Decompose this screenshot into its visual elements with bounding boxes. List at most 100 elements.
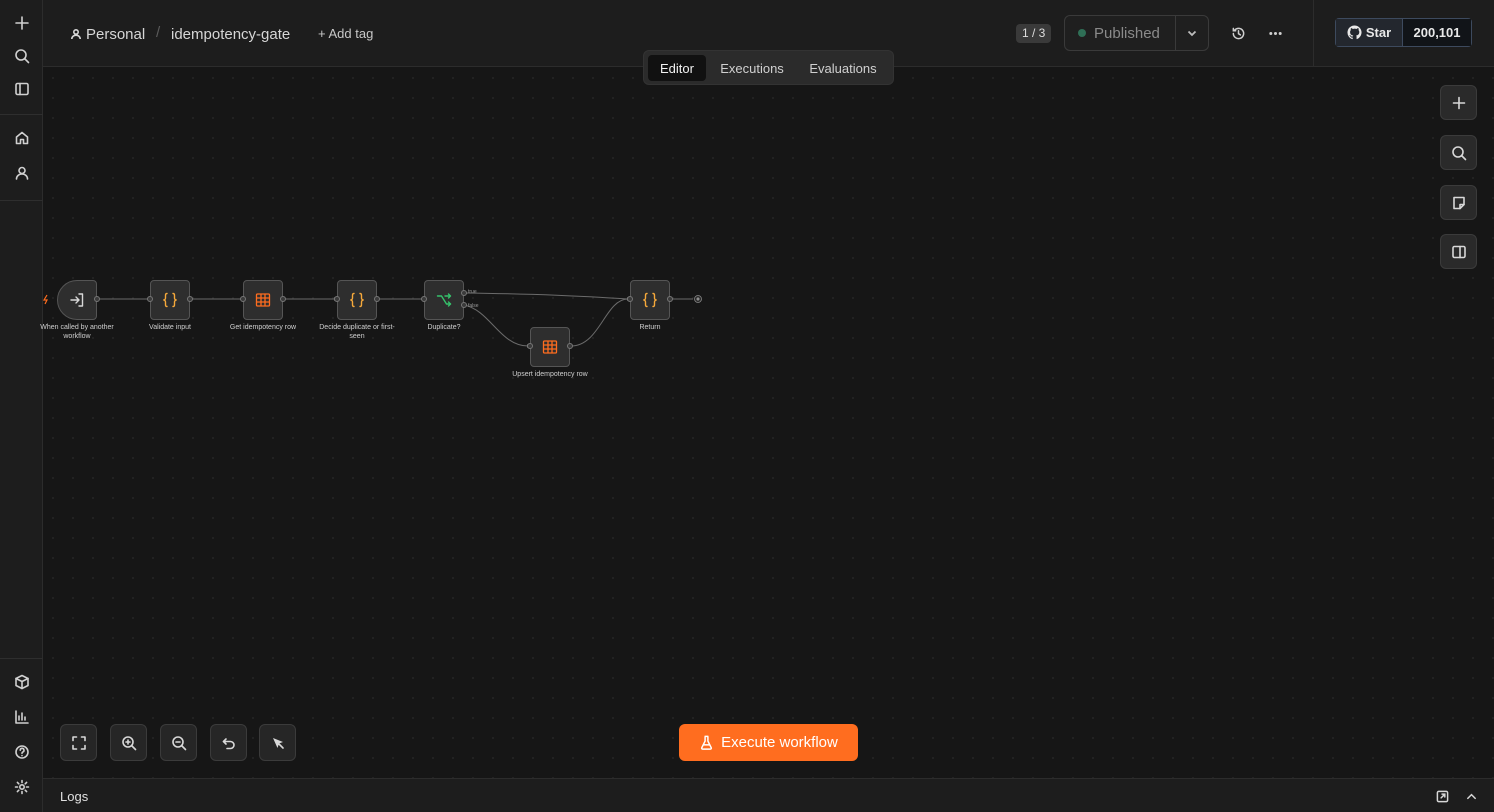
sidebar-item-personal[interactable] (8, 159, 35, 186)
publish-status-label: Published (1094, 24, 1160, 42)
branch-label-true: true (468, 289, 477, 295)
history-button[interactable] (1227, 22, 1249, 44)
node-label: Duplicate? (427, 324, 461, 331)
sidebar-item-help[interactable] (8, 738, 35, 765)
github-star-label: Star (1365, 25, 1392, 40)
input-port[interactable] (147, 296, 153, 302)
node-decide-duplicate[interactable] (337, 280, 377, 320)
expand-logs-button[interactable] (1463, 788, 1479, 804)
add-node-button[interactable] (1440, 85, 1477, 120)
zoom-to-fit-button[interactable] (60, 724, 97, 761)
search-icon (14, 48, 29, 63)
breadcrumb-project[interactable]: Personal (70, 24, 145, 44)
logs-title: Logs (60, 789, 89, 804)
toggle-sidebar-button[interactable] (8, 75, 35, 102)
undo-button[interactable] (210, 724, 247, 761)
node-label: Upsert idempotency row (512, 371, 588, 378)
sidebar-item-overview[interactable] (8, 124, 35, 151)
add-sticky-note-button[interactable] (1440, 185, 1477, 220)
fit-view-icon (71, 735, 86, 750)
if-branch-icon (436, 293, 452, 307)
sidebar-item-settings[interactable] (8, 773, 35, 800)
undo-icon (222, 737, 235, 749)
left-sidebar (0, 0, 43, 812)
output-port-false[interactable] (461, 302, 467, 308)
node-label: Decide duplicate or first-seen (319, 324, 395, 340)
publish-group: Published (1064, 15, 1209, 51)
search-button[interactable] (8, 42, 35, 69)
publish-options-button[interactable] (1176, 16, 1208, 50)
output-port[interactable] (280, 296, 286, 302)
node-label: Return (639, 324, 661, 331)
input-port[interactable] (527, 343, 533, 349)
logs-panel-bar[interactable]: Logs (43, 778, 1494, 812)
more-options-button[interactable] (1264, 22, 1286, 44)
sticky-note-icon (1452, 196, 1465, 209)
node-validate-input[interactable] (150, 280, 190, 320)
tab-editor[interactable]: Editor (648, 55, 706, 81)
node-duplicate-if[interactable] (424, 280, 464, 320)
chevron-up-icon (1466, 793, 1476, 799)
sidebar-divider (0, 114, 43, 115)
user-icon (71, 28, 81, 40)
project-name: Personal (86, 25, 146, 43)
table-icon (542, 340, 558, 354)
input-port[interactable] (240, 296, 246, 302)
tab-evaluations[interactable]: Evaluations (799, 55, 887, 81)
workflow-name[interactable]: idempotency-gate (171, 24, 290, 44)
search-icon (1451, 145, 1466, 160)
workflow-canvas[interactable] (43, 68, 1494, 778)
node-get-idempotency-row[interactable] (243, 280, 283, 320)
input-port[interactable] (627, 296, 633, 302)
node-label: When called by another workflow (40, 324, 114, 340)
search-nodes-button[interactable] (1440, 135, 1477, 170)
gear-icon (14, 779, 29, 794)
node-trigger[interactable] (57, 280, 97, 320)
sidebar-divider (0, 200, 43, 201)
output-port[interactable] (667, 296, 673, 302)
output-port[interactable] (187, 296, 193, 302)
node-label: Validate input (149, 324, 191, 331)
output-port[interactable] (567, 343, 573, 349)
sidebar-item-insights[interactable] (8, 703, 35, 730)
node-upsert-idempotency-row[interactable] (530, 327, 570, 367)
ellipsis-icon (1268, 31, 1282, 35)
help-circle-icon (14, 744, 29, 759)
github-star-widget[interactable]: Star 200,101 (1335, 18, 1472, 47)
code-braces-icon (163, 292, 177, 308)
execute-workflow-label: Execute workflow (721, 734, 838, 751)
execute-workflow-button[interactable]: Execute workflow (679, 724, 858, 761)
input-port[interactable] (421, 296, 427, 302)
github-star-count: 200,101 (1403, 19, 1471, 46)
package-icon (14, 674, 29, 689)
toggle-panel-button[interactable] (1440, 234, 1477, 269)
zoom-in-icon (121, 735, 136, 750)
code-braces-icon (643, 292, 657, 308)
tab-executions[interactable]: Executions (711, 55, 793, 81)
version-badge[interactable]: 1 / 3 (1016, 24, 1052, 43)
tidy-up-button[interactable] (259, 724, 296, 761)
plus-icon (1452, 96, 1465, 109)
github-star-button[interactable]: Star (1336, 19, 1403, 46)
output-port-true[interactable] (461, 290, 467, 296)
node-return[interactable] (630, 280, 670, 320)
zoom-in-button[interactable] (110, 724, 147, 761)
pop-out-logs-button[interactable] (1434, 788, 1450, 804)
app-root: Personal / idempotency-gate + Add tag 1 … (0, 0, 1494, 812)
sidebar-item-templates[interactable] (8, 668, 35, 695)
output-port[interactable] (374, 296, 380, 302)
pop-out-icon (1436, 790, 1448, 802)
bar-chart-icon (14, 709, 29, 724)
zoom-out-button[interactable] (160, 724, 197, 761)
code-braces-icon (350, 292, 364, 308)
home-icon (15, 131, 28, 144)
flask-icon (701, 735, 713, 750)
table-icon (255, 293, 271, 307)
add-tag-button[interactable]: + Add tag (318, 26, 373, 41)
publish-button[interactable]: Published (1065, 16, 1176, 50)
output-port[interactable] (94, 296, 100, 302)
input-port[interactable] (334, 296, 340, 302)
breadcrumb-separator: / (156, 24, 161, 41)
create-button[interactable] (8, 9, 35, 36)
chevron-down-icon (1187, 30, 1197, 37)
